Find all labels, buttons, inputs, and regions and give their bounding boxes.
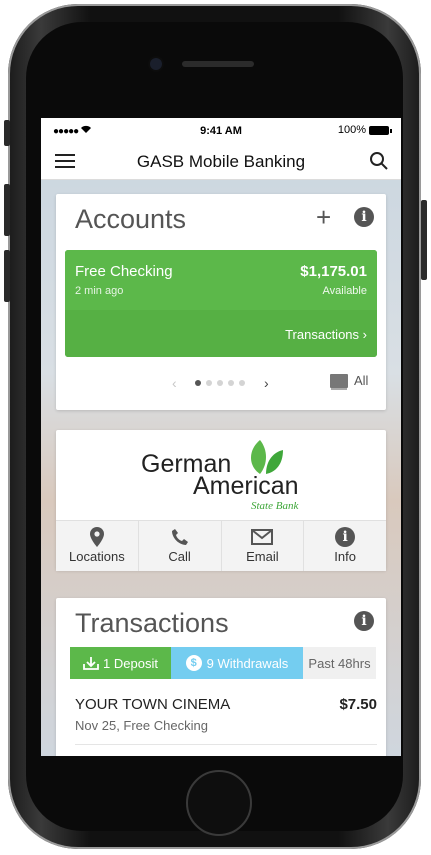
transactions-link-bar[interactable]: Transactions ›: [65, 310, 377, 357]
battery-status: 100%: [337, 124, 392, 136]
pager-dot[interactable]: [206, 380, 212, 386]
transactions-info-icon[interactable]: i: [354, 611, 374, 631]
power-button: [421, 200, 427, 280]
info-button[interactable]: i Info: [304, 521, 386, 571]
home-button[interactable]: [186, 770, 252, 836]
pager-dot[interactable]: [195, 380, 201, 386]
pager-dot[interactable]: [217, 380, 223, 386]
nav-title: GASB Mobile Banking: [136, 152, 306, 171]
account-balance: $1,175.01: [300, 263, 367, 280]
nav-bar: GASB Mobile Banking: [41, 143, 401, 180]
mute-switch: [4, 120, 10, 146]
download-icon: [83, 657, 99, 670]
call-button[interactable]: Call: [139, 521, 222, 571]
email-label: Email: [246, 549, 279, 564]
pager-dot[interactable]: [239, 380, 245, 386]
info-icon: i: [304, 526, 386, 548]
account-summary[interactable]: Free Checking 2 min ago $1,175.01 Availa…: [65, 250, 377, 310]
email-button[interactable]: Email: [222, 521, 305, 571]
leaf-icon: [251, 440, 283, 474]
pager-dots: [195, 380, 245, 386]
transaction-meta: Nov 25, Free Checking: [75, 718, 208, 733]
transaction-filters: 1 Deposit $ 9 Withdrawals Past 48hrs: [70, 647, 376, 679]
phone-icon: [139, 526, 221, 548]
search-icon[interactable]: [369, 151, 389, 171]
account-tile[interactable]: Free Checking 2 min ago $1,175.01 Availa…: [65, 250, 377, 357]
status-bar: ●●●●● 9:41 AM 100%: [41, 118, 401, 143]
call-label: Call: [168, 549, 191, 564]
locations-label: Locations: [69, 549, 125, 564]
transactions-title: Transactions: [75, 608, 229, 638]
pager-prev-icon[interactable]: ‹: [172, 375, 177, 391]
logo-text-state-bank: State Bank: [251, 500, 299, 512]
locations-button[interactable]: Locations: [56, 521, 139, 571]
app-screen: ●●●●● 9:41 AM 100% GASB Mobile Banking A…: [41, 118, 401, 756]
earpiece-speaker: [182, 61, 254, 67]
bank-card: German American State Bank Locations Cal…: [56, 430, 386, 571]
deposits-filter[interactable]: 1 Deposit: [70, 647, 171, 679]
all-accounts-label: All: [354, 373, 369, 388]
battery-icon: [369, 125, 392, 135]
accounts-info-icon[interactable]: i: [354, 207, 374, 227]
transactions-link-label: Transactions: [285, 327, 360, 342]
transaction-amount: $7.50: [339, 696, 377, 713]
transaction-row[interactable]: YOUR TOWN CINEMA $7.50 Nov 25, Free Chec…: [75, 694, 377, 745]
front-camera: [150, 58, 162, 70]
withdrawals-filter[interactable]: $ 9 Withdrawals: [171, 647, 303, 679]
transaction-merchant: YOUR TOWN CINEMA: [75, 696, 231, 713]
transactions-link[interactable]: Transactions ›: [285, 327, 367, 342]
stack-icon: [330, 373, 348, 388]
transactions-card: Transactions i 1 Deposit $ 9 Withdrawals…: [56, 598, 386, 756]
chevron-right-icon: ›: [362, 327, 367, 342]
pager-dot[interactable]: [228, 380, 234, 386]
location-pin-icon: [56, 526, 138, 548]
add-account-icon[interactable]: +: [316, 204, 331, 230]
balance-label: Available: [322, 285, 367, 297]
accounts-title: Accounts: [75, 204, 187, 234]
volume-up-button: [4, 184, 10, 236]
account-updated: 2 min ago: [75, 285, 124, 297]
period-filter[interactable]: Past 48hrs: [303, 647, 376, 679]
account-name: Free Checking: [75, 263, 173, 280]
dollar-icon: $: [185, 655, 202, 671]
bank-actions: Locations Call Email i Info: [56, 520, 386, 571]
info-label: Info: [334, 549, 356, 564]
all-accounts-button[interactable]: All: [330, 373, 368, 388]
envelope-icon: [222, 526, 304, 548]
deposits-label: 1 Deposit: [103, 655, 158, 671]
logo-text-american: American: [193, 472, 299, 500]
withdrawals-label: 9 Withdrawals: [206, 655, 289, 671]
accounts-card: Accounts + i Free Checking 2 min ago $1,…: [56, 194, 386, 410]
bank-logo: German American State Bank: [136, 436, 316, 514]
battery-percent: 100%: [337, 124, 366, 136]
volume-down-button: [4, 250, 10, 302]
pager-next-icon[interactable]: ›: [264, 375, 269, 391]
